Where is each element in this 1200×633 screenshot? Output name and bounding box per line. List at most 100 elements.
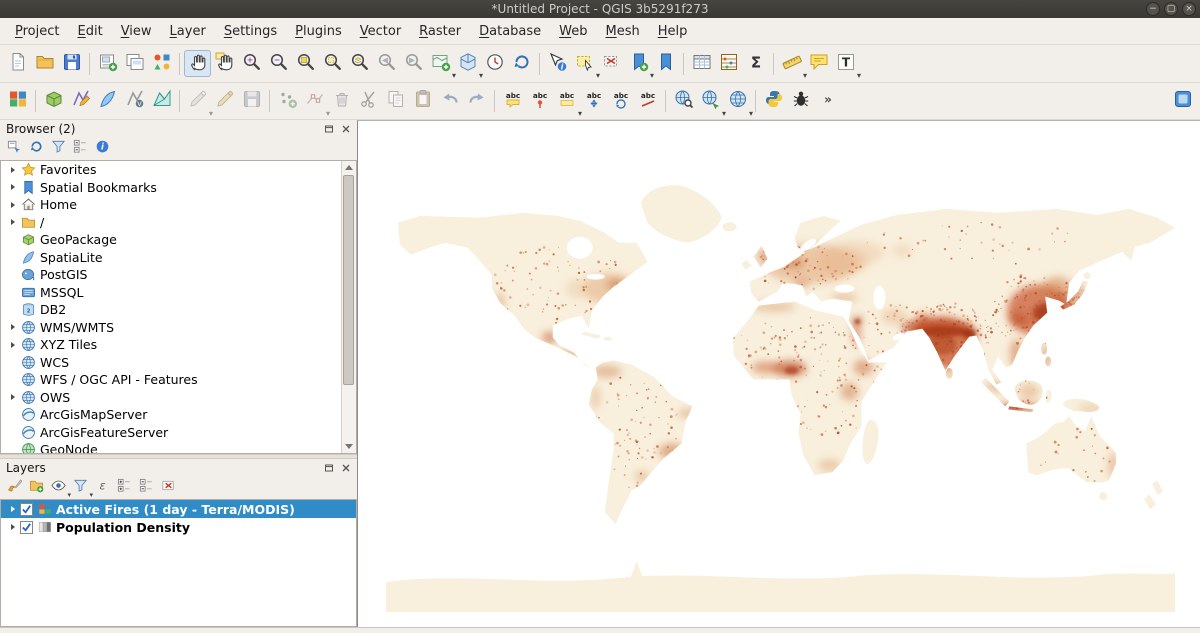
browser-item-favorites[interactable]: Favorites — [1, 161, 356, 179]
layer-visibility-checkbox[interactable] — [20, 503, 33, 516]
expand-arrow-icon[interactable] — [7, 392, 18, 403]
open-layer-styling-panel-button[interactable] — [5, 478, 24, 497]
highlight-pinned-labels-button[interactable]: abc▾ — [553, 88, 580, 115]
expand-arrow-icon[interactable] — [7, 522, 18, 533]
layer-diagram-button[interactable]: abc — [526, 88, 553, 115]
statistical-summary-button[interactable]: Σ — [742, 50, 769, 77]
browser-item-db2[interactable]: 2DB2 — [1, 301, 356, 319]
layer-visibility-checkbox[interactable] — [20, 521, 33, 534]
maximize-button[interactable]: ▢ — [1164, 2, 1178, 16]
current-edits-button[interactable]: ▾ — [184, 88, 211, 115]
new-virtual-layer-button[interactable]: V — [121, 88, 148, 115]
first-aid-debug-button[interactable] — [787, 88, 814, 115]
metasearch-button[interactable] — [670, 88, 697, 115]
manage-map-themes-button[interactable]: ▾ — [49, 478, 68, 497]
open-data-source-manager-button[interactable] — [4, 88, 31, 115]
expand-arrow-icon[interactable] — [7, 217, 18, 228]
layer-item-active-fires-1-day-terra-modis[interactable]: Active Fires (1 day - Terra/MODIS) — [1, 500, 356, 518]
zoom-in-button[interactable]: + — [238, 50, 265, 77]
show-spatial-bookmarks-button[interactable] — [652, 50, 679, 77]
browser-item-arcgismapserver[interactable]: ArcGisMapServer — [1, 406, 356, 424]
menu-view[interactable]: View — [112, 21, 161, 42]
pan-map-button[interactable] — [184, 50, 211, 77]
browser-close-button[interactable] — [339, 122, 353, 135]
pan-to-selection-button[interactable] — [211, 50, 238, 77]
temporal-controller-button[interactable] — [481, 50, 508, 77]
minimize-button[interactable]: − — [1146, 2, 1160, 16]
refresh-map-button[interactable] — [508, 50, 535, 77]
zoom-full-extent-button[interactable] — [292, 50, 319, 77]
expand-arrow-icon[interactable] — [7, 322, 18, 333]
web-services-button[interactable]: ▾ — [697, 88, 724, 115]
browser-scrollbar[interactable] — [341, 161, 356, 453]
open-project-button[interactable] — [31, 50, 58, 77]
new-print-layout-button[interactable] — [94, 50, 121, 77]
layer-labeling-button[interactable]: abc — [499, 88, 526, 115]
expand-arrow-icon[interactable] — [7, 199, 18, 210]
browser-item-arcgisfeatureserver[interactable]: ArcGisFeatureServer — [1, 424, 356, 442]
measure-line-button[interactable]: ▾ — [778, 50, 805, 77]
browser-item-geopackage[interactable]: GeoPackage — [1, 231, 356, 249]
layers-close-button[interactable] — [339, 461, 353, 474]
change-label-properties-button[interactable]: abc — [634, 88, 661, 115]
zoom-to-layer-button[interactable] — [346, 50, 373, 77]
browser-item-wcs[interactable]: WCS — [1, 354, 356, 372]
plugin-tool-button[interactable] — [1169, 88, 1196, 115]
collapse-all-layers-button[interactable] — [137, 478, 156, 497]
menu-mesh[interactable]: Mesh — [597, 21, 649, 42]
collapse-all-button[interactable] — [71, 139, 90, 158]
close-button[interactable]: × — [1182, 2, 1196, 16]
new-project-button[interactable] — [4, 50, 31, 77]
add-feature-button[interactable] — [274, 88, 301, 115]
scroll-up-icon[interactable] — [342, 161, 355, 174]
zoom-to-selection-button[interactable] — [319, 50, 346, 77]
select-features-button[interactable]: ▾ — [571, 50, 598, 77]
browser-item-mssql[interactable]: MSSQL — [1, 284, 356, 302]
new-shapefile-layer-button[interactable] — [67, 88, 94, 115]
paste-features-button[interactable] — [409, 88, 436, 115]
map-tips-button[interactable] — [805, 50, 832, 77]
text-annotation-button[interactable]: T▾ — [832, 50, 859, 77]
zoom-out-button[interactable]: − — [265, 50, 292, 77]
add-group-button[interactable] — [27, 478, 46, 497]
open-attribute-table-button[interactable] — [688, 50, 715, 77]
filter-legend-button[interactable]: ▾ — [71, 478, 90, 497]
map-canvas[interactable] — [357, 120, 1200, 627]
new-3d-map-view-button[interactable]: ▾ — [454, 50, 481, 77]
save-project-button[interactable] — [58, 50, 85, 77]
undo-button[interactable] — [436, 88, 463, 115]
redo-button[interactable] — [463, 88, 490, 115]
filter-by-expression-button[interactable]: ε — [93, 478, 112, 497]
menu-web[interactable]: Web — [550, 21, 596, 42]
save-layer-edits-button[interactable] — [238, 88, 265, 115]
vertex-tool-button[interactable]: ▾ — [301, 88, 328, 115]
zoom-last-button[interactable]: ◀ — [373, 50, 400, 77]
style-manager-button[interactable] — [148, 50, 175, 77]
menu-database[interactable]: Database — [470, 21, 550, 42]
identify-features-button[interactable]: i — [544, 50, 571, 77]
copy-features-button[interactable] — [382, 88, 409, 115]
layers-float-button[interactable] — [322, 461, 336, 474]
refresh-browser-button[interactable] — [27, 139, 46, 158]
menu-plugins[interactable]: Plugins — [286, 21, 351, 42]
browser-item-home[interactable]: Home — [1, 196, 356, 214]
expand-all-button[interactable] — [115, 478, 134, 497]
toolbar-extension-button[interactable]: » — [814, 88, 841, 115]
new-spatial-bookmark-button[interactable]: ▾ — [625, 50, 652, 77]
expand-arrow-icon[interactable] — [7, 339, 18, 350]
new-geopackage-layer-button[interactable] — [40, 88, 67, 115]
cut-features-button[interactable] — [355, 88, 382, 115]
expand-arrow-icon[interactable] — [7, 164, 18, 175]
menu-project[interactable]: Project — [6, 21, 69, 42]
toggle-editing-button[interactable] — [211, 88, 238, 115]
properties-widget-button[interactable]: i — [93, 139, 112, 158]
deselect-features-button[interactable] — [598, 50, 625, 77]
zoom-next-button[interactable]: ▶ — [400, 50, 427, 77]
browser-item-spatialite[interactable]: SpatiaLite — [1, 249, 356, 267]
browser-item-geonode[interactable]: GeoNode — [1, 441, 356, 454]
qgis2web-button[interactable]: ▾ — [724, 88, 751, 115]
add-selected-layers-button[interactable] — [5, 139, 24, 158]
python-console-button[interactable] — [760, 88, 787, 115]
browser-item-ows[interactable]: OWS — [1, 389, 356, 407]
expand-arrow-icon[interactable] — [7, 504, 18, 515]
